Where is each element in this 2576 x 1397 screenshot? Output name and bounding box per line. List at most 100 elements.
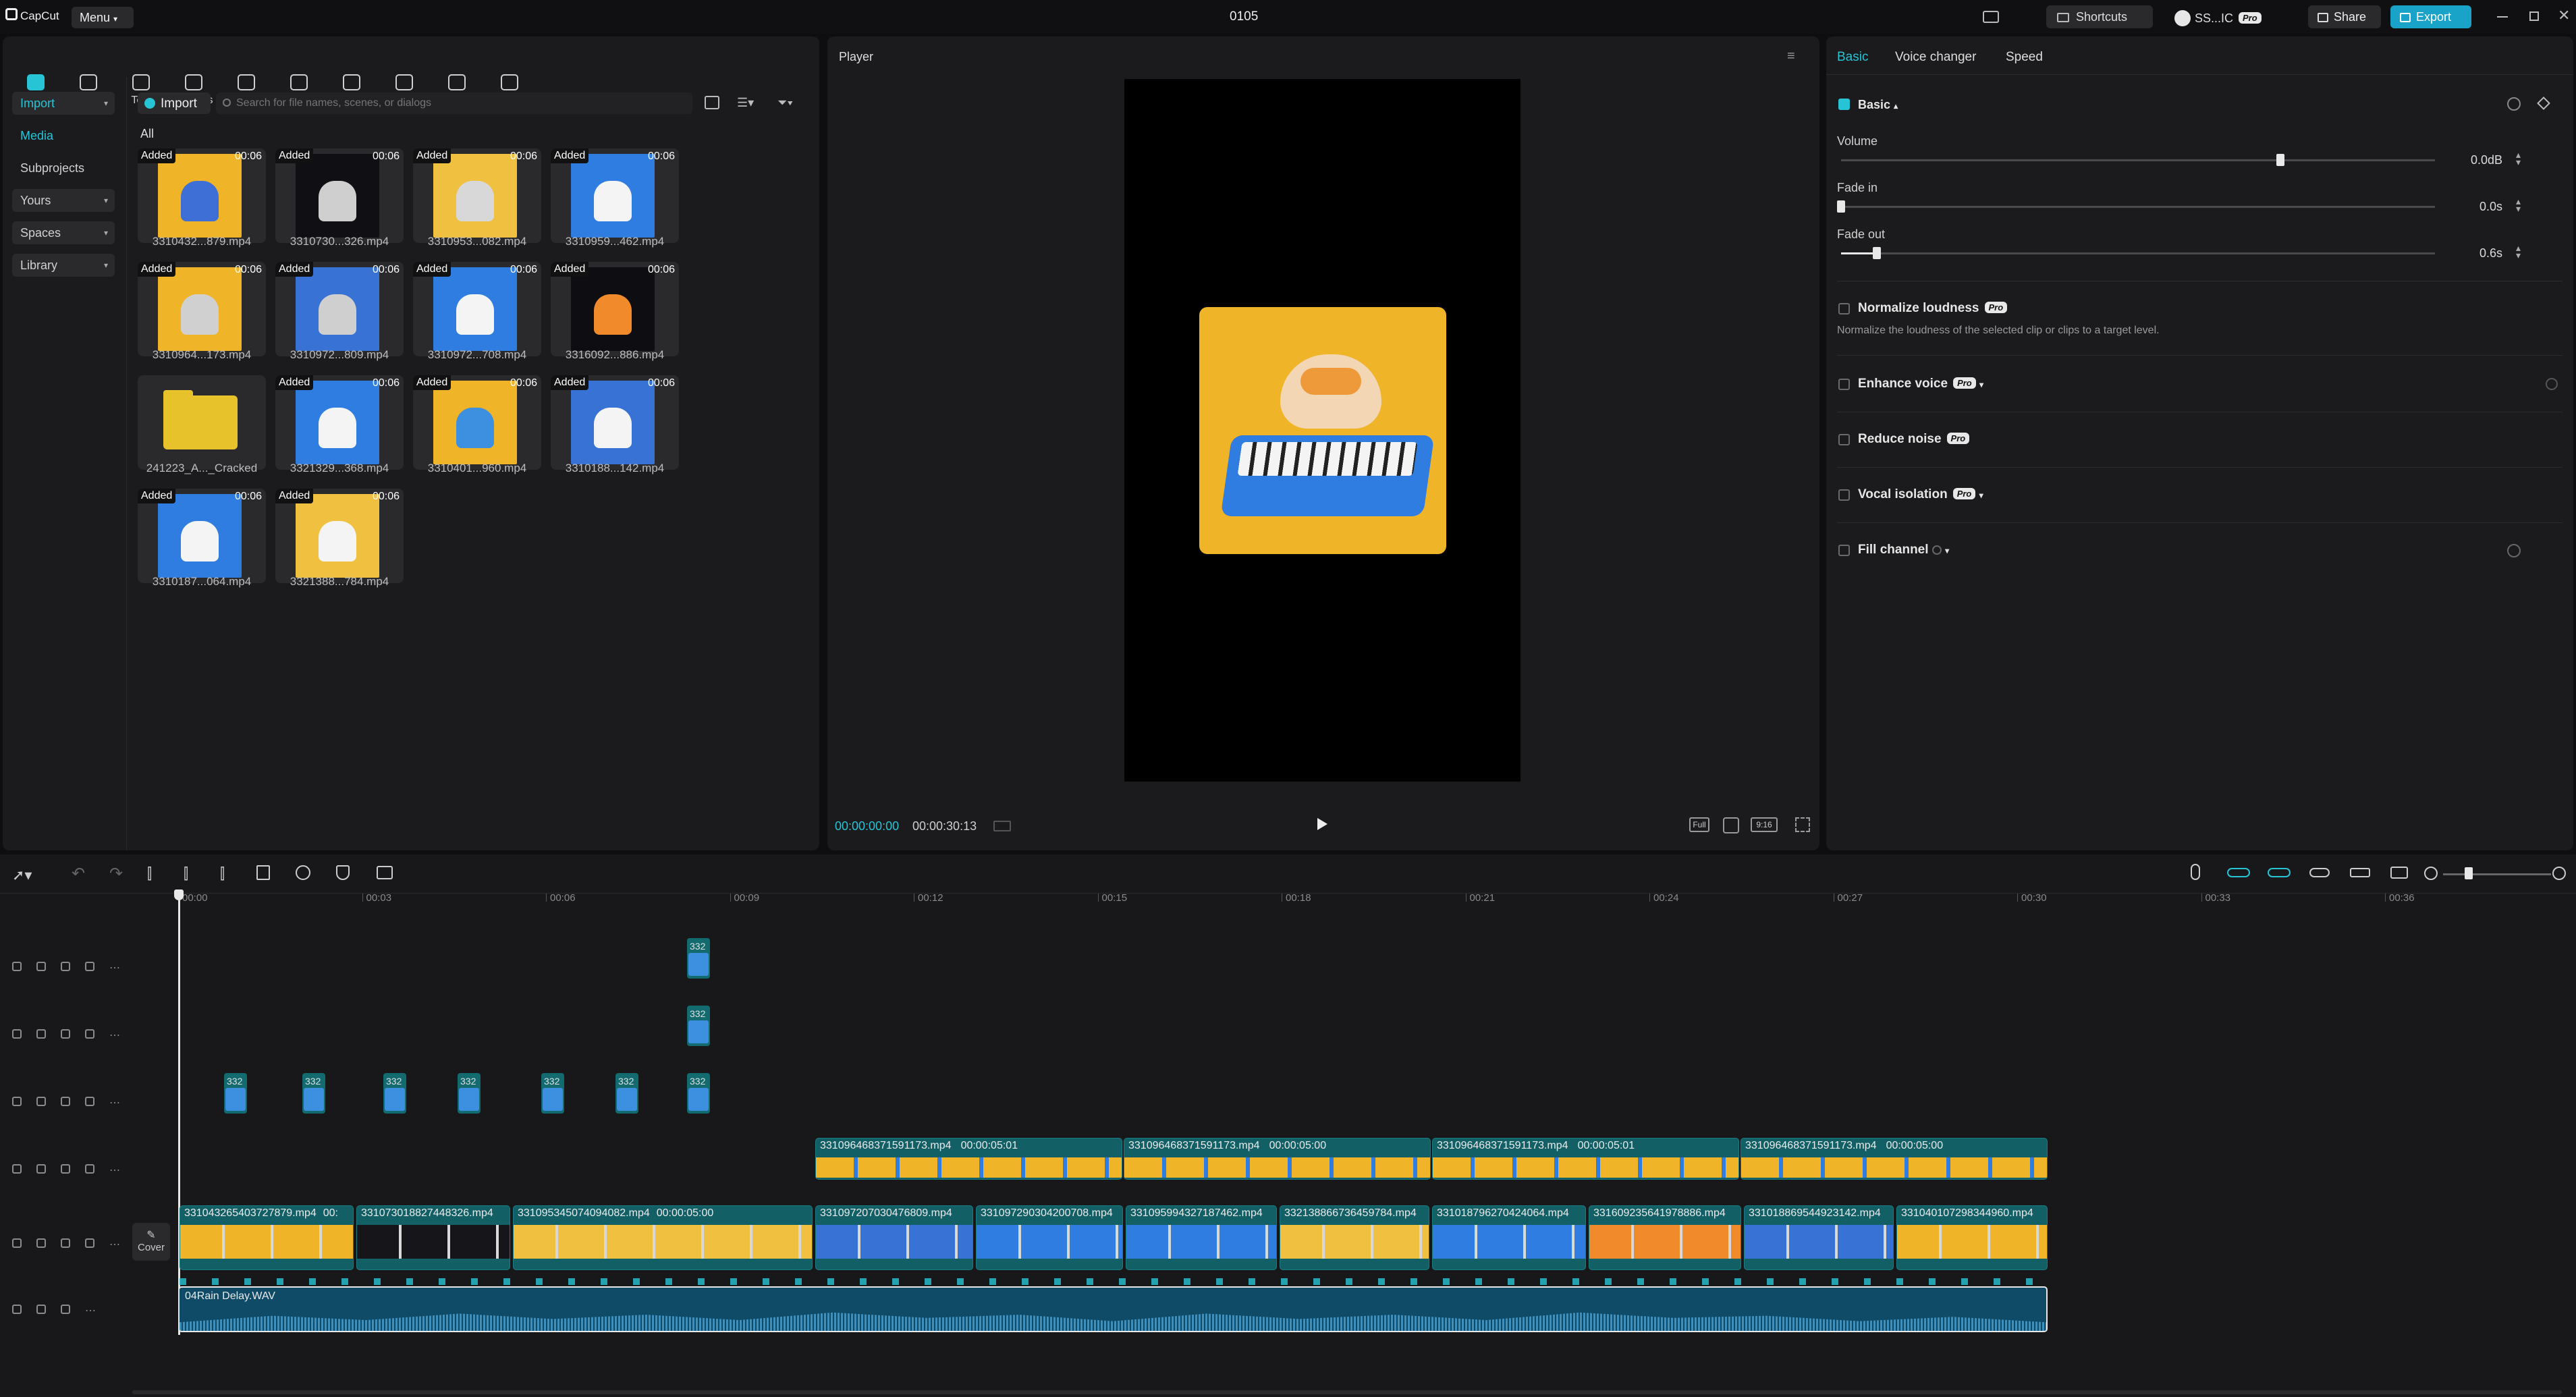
sidebar-item-media[interactable]: Media <box>12 124 115 147</box>
volume-stepper-icon[interactable]: ▴ ▾ <box>2516 150 2521 167</box>
overlay-clip[interactable]: 331096468371591173.mp4 00:00:05:00 <box>1741 1138 2048 1180</box>
volume-slider-knob[interactable] <box>2276 154 2285 166</box>
zoom-out-icon[interactable] <box>2424 867 2438 880</box>
more-icon[interactable]: ⋯ <box>109 1239 120 1251</box>
lock-icon[interactable] <box>36 962 46 971</box>
sticker-clip[interactable]: 332 <box>615 1073 638 1114</box>
media-item[interactable]: Added 00:06 <box>413 375 541 470</box>
volume-slider-track[interactable] <box>1841 159 2435 161</box>
video-clip[interactable]: 332138866736459784.mp4 <box>1280 1205 1429 1270</box>
cover-button[interactable]: ✎ Cover <box>132 1223 170 1261</box>
menu-button[interactable]: Menu ▾ <box>72 7 134 28</box>
speaker-icon[interactable] <box>85 1029 94 1039</box>
lock-icon[interactable] <box>36 1305 46 1314</box>
video-clip[interactable]: 331018869544923142.mp4 <box>1744 1205 1894 1270</box>
basic-section-label[interactable]: Basic ▴ <box>1858 98 1898 112</box>
track-toggle-icon[interactable] <box>12 962 22 971</box>
fullscreen-icon[interactable] <box>1795 817 1810 832</box>
chevron-down-icon[interactable]: ▾ <box>1945 546 1949 555</box>
search-input-wrap[interactable] <box>216 92 692 114</box>
sort-icon[interactable]: ☰▾ <box>737 96 757 109</box>
crop-icon[interactable] <box>377 866 393 879</box>
split-left-icon[interactable]: ⫿ <box>184 865 188 883</box>
reduce-checkbox[interactable] <box>1838 434 1850 445</box>
media-item[interactable] <box>138 375 266 470</box>
sticker-clip[interactable]: 332 <box>687 1073 710 1114</box>
eye-icon[interactable] <box>61 1097 70 1106</box>
track-controls[interactable]: ⋯ <box>12 961 127 988</box>
zoom-slider-knob[interactable] <box>2465 867 2473 879</box>
video-clip[interactable]: 331609235641978886.mp4 <box>1589 1205 1741 1270</box>
layout-icon[interactable] <box>1983 11 1999 23</box>
media-item[interactable]: Added 00:06 <box>275 262 404 356</box>
media-item[interactable]: Added 00:06 <box>413 262 541 356</box>
tab-speed[interactable]: Speed <box>2006 50 2043 65</box>
eye-icon[interactable] <box>61 1238 70 1248</box>
video-clip[interactable]: 331095345074094082.mp4 00:00:05:00 <box>513 1205 813 1270</box>
lock-icon[interactable] <box>36 1097 46 1106</box>
enhance-checkbox[interactable] <box>1838 379 1850 390</box>
track-toggle-icon[interactable] <box>12 1164 22 1174</box>
video-clip[interactable]: 331073018827448326.mp4 <box>356 1205 510 1270</box>
track-toggle-icon[interactable] <box>12 1097 22 1106</box>
basic-checkbox[interactable] <box>1838 99 1850 110</box>
filter-icon[interactable]: ⏷▾ <box>777 96 804 109</box>
sticker-clip[interactable]: 332 <box>458 1073 481 1114</box>
undo-icon[interactable]: ↶ <box>72 864 85 883</box>
media-item[interactable]: Added 00:06 <box>275 489 404 583</box>
tab-voice-changer[interactable]: Voice changer <box>1895 50 1976 65</box>
close-icon[interactable]: ✕ <box>2558 7 2570 24</box>
volume-value[interactable]: 0.0dB <box>2448 153 2502 167</box>
search-input[interactable] <box>236 95 682 111</box>
track-toggle-icon[interactable] <box>12 1238 22 1248</box>
sticker-clip[interactable]: 332 <box>302 1073 325 1114</box>
media-item[interactable]: Added 00:06 <box>551 148 679 243</box>
sticker-clip[interactable]: 332 <box>383 1073 406 1114</box>
fade-in-slider-track[interactable] <box>1841 206 2435 208</box>
speaker-icon[interactable] <box>61 1305 70 1314</box>
video-clip[interactable]: 331097290304200708.mp4 <box>976 1205 1123 1270</box>
snapshot-icon[interactable] <box>1723 817 1739 833</box>
fade-in-value[interactable]: 0.0s <box>2448 200 2502 214</box>
caption-icon[interactable] <box>2390 867 2408 879</box>
track-toggle-icon[interactable] <box>12 1029 22 1039</box>
media-item[interactable]: Added 00:06 <box>138 262 266 356</box>
more-icon[interactable]: ⋯ <box>109 1165 120 1176</box>
sticker-clip[interactable]: 332 <box>687 938 710 979</box>
sidebar-item-subprojects[interactable]: Subprojects <box>12 157 115 180</box>
track-controls[interactable]: ⋯ <box>12 1096 127 1123</box>
enhance-reset-icon[interactable] <box>2546 378 2558 390</box>
split-icon[interactable]: ⫿ <box>147 865 152 883</box>
magnet-icon[interactable] <box>2227 868 2250 877</box>
sticker-clip[interactable]: 332 <box>687 1006 710 1046</box>
sidebar-item-spaces[interactable]: Spaces ▾ <box>12 221 115 244</box>
import-button[interactable]: Import <box>138 92 211 114</box>
full-button[interactable]: Full <box>1689 817 1709 832</box>
export-button[interactable]: Export <box>2390 5 2471 28</box>
minimize-icon[interactable] <box>2497 16 2508 18</box>
more-icon[interactable]: ⋯ <box>109 962 120 974</box>
fade-in-stepper-icon[interactable]: ▴ ▾ <box>2516 196 2521 213</box>
sticker-clip[interactable]: 332 <box>541 1073 564 1114</box>
more-icon[interactable]: ⋯ <box>109 1097 120 1109</box>
chevron-down-icon[interactable]: ▾ <box>1979 380 1983 389</box>
media-item[interactable]: Added 00:06 <box>413 148 541 243</box>
video-clip[interactable]: 331095994327187462.mp4 <box>1126 1205 1277 1270</box>
video-clip[interactable]: 331018796270424064.mp4 <box>1432 1205 1586 1270</box>
zoom-slider-track[interactable] <box>2443 873 2551 875</box>
playhead-head[interactable] <box>174 889 184 900</box>
play-icon[interactable] <box>1317 818 1327 830</box>
timecode-grid-icon[interactable] <box>993 821 1011 831</box>
select-tool-icon[interactable]: ➚▾ <box>12 867 32 884</box>
shield-icon[interactable] <box>336 865 350 880</box>
media-item[interactable]: Added 00:06 <box>551 262 679 356</box>
shortcuts-button[interactable]: Shortcuts <box>2046 5 2153 28</box>
timeline-scrollbar[interactable] <box>132 1390 2562 1394</box>
overlay-clip[interactable]: 331096468371591173.mp4 00:00:05:00 <box>1124 1138 1431 1180</box>
player-menu-icon[interactable]: ≡ <box>1787 49 1795 64</box>
lock-icon[interactable] <box>36 1164 46 1174</box>
sidebar-item-import[interactable]: Import ▾ <box>12 92 115 115</box>
media-item[interactable]: Added 00:06 <box>551 375 679 470</box>
link-icon[interactable] <box>2268 868 2291 877</box>
fade-out-slider-track[interactable] <box>1841 252 2435 254</box>
